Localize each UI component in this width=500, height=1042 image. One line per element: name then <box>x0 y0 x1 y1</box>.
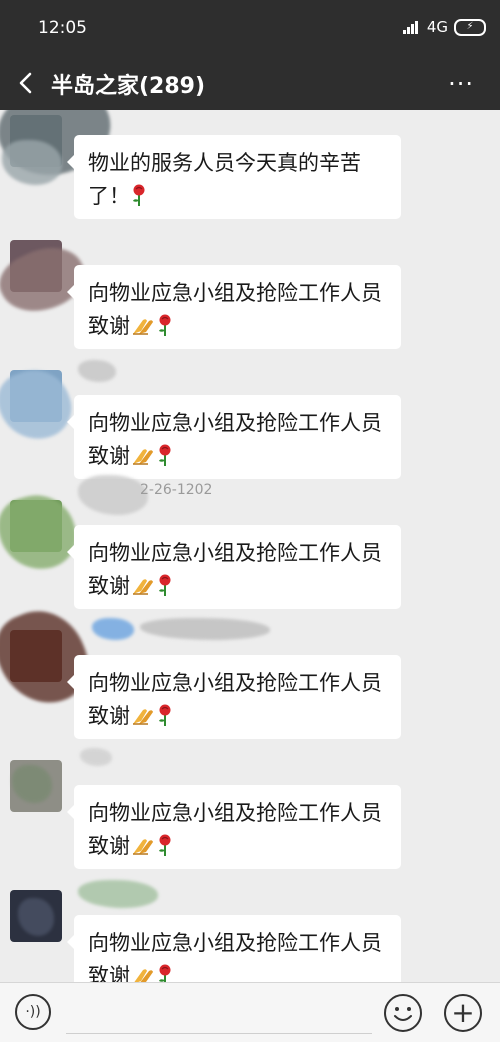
sender-name: 2-26-1202 <box>140 482 213 498</box>
status-icons: 4G ⚡ <box>402 18 486 36</box>
rose-icon <box>159 834 171 856</box>
voice-icon[interactable]: ·)) <box>15 994 51 1030</box>
chevron-left-icon[interactable] <box>16 68 36 98</box>
rose-icon <box>133 184 145 206</box>
clap-icon <box>133 319 153 335</box>
clap-icon <box>133 579 153 595</box>
redaction-scribble <box>78 360 116 382</box>
redaction-scribble <box>92 618 134 640</box>
rose-icon <box>159 574 171 596</box>
rose-icon <box>159 964 171 982</box>
signal-icon <box>402 20 419 34</box>
plus-icon[interactable]: + <box>444 994 482 1032</box>
message-bubble[interactable]: 向物业应急小组及抢险工作人员致谢 <box>67 525 401 609</box>
clap-icon <box>133 839 153 855</box>
message-bubble[interactable]: 向物业应急小组及抢险工作人员致谢 <box>67 655 401 739</box>
status-time: 12:05 <box>38 18 87 38</box>
message-list[interactable]: 物业的服务人员今天真的辛苦了！ 向物业应急小组及抢险工作人员致谢 向物业应急小组… <box>0 110 500 982</box>
network-type: 4G <box>426 18 448 36</box>
more-dots-icon[interactable]: ··· <box>448 70 474 98</box>
clap-icon <box>134 969 153 982</box>
rose-icon <box>159 704 171 726</box>
status-bar: 12:05 4G ⚡ <box>0 0 500 58</box>
emoji-face-icon[interactable] <box>384 994 422 1032</box>
chat-header: 半岛之家(289) ··· <box>0 58 500 110</box>
clap-icon <box>133 449 153 465</box>
message-bubble[interactable]: 向物业应急小组及抢险工作人员致谢 <box>67 395 401 479</box>
redaction-scribble <box>0 486 84 579</box>
chat-title: 半岛之家(289) <box>51 74 206 99</box>
message-bubble[interactable]: 向物业应急小组及抢险工作人员致谢 <box>67 265 401 349</box>
redaction-scribble <box>2 140 62 185</box>
message-bubble[interactable]: 向物业应急小组及抢险工作人员致谢 <box>67 785 401 869</box>
message-text: 物业的服务人员今天真的辛苦了！ <box>88 151 361 208</box>
input-bar: ·)) + <box>0 982 500 1042</box>
redaction-scribble <box>140 618 270 640</box>
clap-icon <box>133 709 153 725</box>
redaction-scribble <box>78 880 158 908</box>
redaction-scribble <box>78 475 148 515</box>
battery-charging-icon: ⚡ <box>454 18 486 36</box>
redaction-scribble <box>80 748 112 766</box>
rose-icon <box>159 314 171 336</box>
message-bubble[interactable]: 向物业应急小组及抢险工作人员致谢 <box>67 915 401 982</box>
message-bubble[interactable]: 物业的服务人员今天真的辛苦了！ <box>67 135 401 219</box>
message-input[interactable] <box>66 993 372 1034</box>
emoji-face-glyph <box>394 1007 412 1021</box>
rose-icon <box>159 444 171 466</box>
